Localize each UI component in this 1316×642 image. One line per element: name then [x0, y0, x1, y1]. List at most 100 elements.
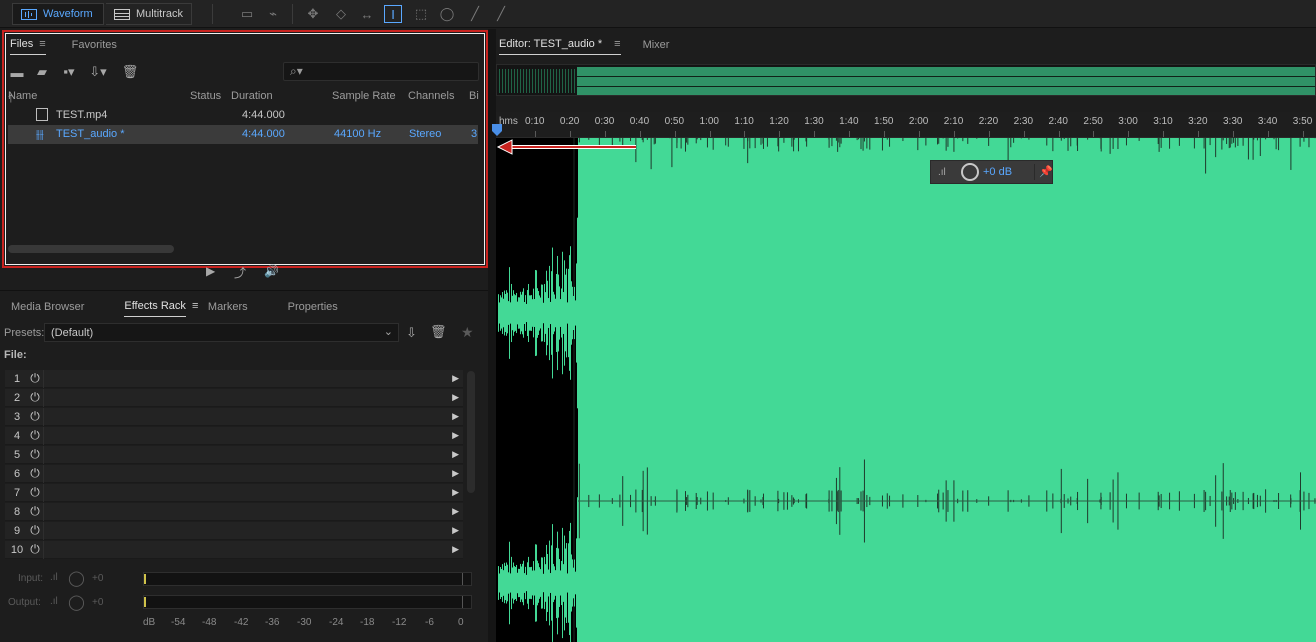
- file-name: TEST_audio *: [56, 128, 125, 140]
- rack-slot-3[interactable]: 3 ⏻ ▶: [5, 408, 463, 426]
- ruler-time-label: 2:10: [943, 116, 964, 127]
- output-label: Output:: [8, 597, 41, 608]
- video-file-icon: [36, 108, 48, 121]
- tab-files[interactable]: Files ≡: [10, 38, 46, 55]
- file-bits: 3: [471, 128, 478, 140]
- db-scale-label: -6: [425, 617, 434, 628]
- expand-arrow-icon: ▶: [452, 430, 459, 440]
- ruler-tick: [535, 131, 536, 137]
- file-name: TEST.mp4: [56, 109, 108, 121]
- panel-menu-icon[interactable]: ≡: [614, 38, 620, 50]
- multitrack-view-button[interactable]: Multitrack: [106, 3, 192, 25]
- column-bits[interactable]: Bi: [469, 90, 479, 102]
- favorite-star-icon[interactable]: ★: [461, 324, 474, 341]
- ruler-tick: [849, 131, 851, 137]
- panel-menu-icon[interactable]: ≡: [192, 300, 198, 316]
- output-gain-knob-icon[interactable]: ◯: [68, 593, 85, 611]
- rack-slot-4[interactable]: 4 ⏻ ▶: [5, 427, 463, 445]
- tab-markers[interactable]: Markers: [208, 301, 248, 317]
- tab-effects-rack[interactable]: Effects Rack: [124, 300, 186, 317]
- panel-divider[interactable]: [488, 29, 496, 642]
- ruler-time-label: 2:20: [978, 116, 999, 127]
- file-row-test-audio[interactable]: ⫲⫲ TEST_audio * 4:44.000 44100 Hz Stereo…: [8, 125, 478, 144]
- output-gain-value: +0: [92, 597, 104, 608]
- tab-favorites[interactable]: Favorites: [72, 39, 117, 55]
- column-sample-rate[interactable]: Sample Rate: [332, 90, 396, 102]
- rack-slot-6[interactable]: 6 ⏻ ▶: [5, 465, 463, 483]
- marquee-selection-tool-icon[interactable]: ⬚: [412, 5, 430, 23]
- new-file-icon[interactable]: ▪▾: [60, 64, 78, 80]
- rack-slot-10[interactable]: 10 ⏻ ▶: [5, 541, 463, 559]
- column-duration[interactable]: Duration: [231, 90, 273, 102]
- playhead-marker-icon[interactable]: [492, 124, 502, 136]
- tab-editor[interactable]: Editor: TEST_audio * ≡: [499, 38, 621, 55]
- files-search-input[interactable]: ⌕▾: [283, 62, 479, 81]
- column-channels[interactable]: Channels: [408, 90, 454, 102]
- brush-selection-tool-icon[interactable]: ╱: [466, 5, 484, 23]
- ruler-time-label: 1:10: [734, 116, 754, 127]
- heads-up-gain-display[interactable]: .ıl +0 dB 📌: [930, 160, 1053, 184]
- save-preset-icon[interactable]: ⇩: [406, 325, 417, 341]
- db-scale-label: -54: [171, 617, 186, 628]
- ruler-time-label: 1:30: [804, 116, 824, 127]
- play-icon[interactable]: ▶: [206, 264, 215, 278]
- insert-into-multitrack-icon[interactable]: ⇩▾: [89, 64, 107, 80]
- overview-quiet-section: [499, 69, 577, 93]
- power-icon: ⏻: [30, 409, 40, 423]
- spectral-pitch-display-icon[interactable]: ⌁: [264, 5, 282, 23]
- file-row-test-mp4[interactable]: TEST.mp4 4:44.000: [8, 106, 478, 125]
- ruler-tick: [1163, 131, 1165, 137]
- power-icon: ⏻: [30, 485, 40, 499]
- time-selection-tool-icon[interactable]: I: [384, 5, 402, 23]
- rack-slot-7[interactable]: 7 ⏻ ▶: [5, 484, 463, 502]
- loop-icon[interactable]: ⤴: [234, 264, 246, 281]
- pin-icon[interactable]: 📌: [1039, 165, 1053, 178]
- import-file-icon[interactable]: ▰: [33, 64, 51, 80]
- close-file-trash-icon[interactable]: 🗑: [121, 64, 139, 80]
- input-gain-knob-icon[interactable]: ◯: [68, 569, 85, 587]
- waveform-display[interactable]: [496, 138, 1316, 642]
- power-icon: ⏻: [30, 523, 40, 537]
- overview-waveform: [577, 67, 1315, 95]
- razor-tool-icon[interactable]: ◇: [332, 5, 350, 23]
- tab-editor-label: Editor: TEST_audio *: [499, 38, 603, 50]
- slip-tool-icon[interactable]: ↔: [358, 5, 376, 23]
- column-status[interactable]: Status: [190, 90, 221, 102]
- tab-media-browser[interactable]: Media Browser: [11, 301, 84, 317]
- ruler-time-label: 0:20: [559, 116, 580, 127]
- delete-preset-icon[interactable]: 🗑: [430, 324, 447, 340]
- time-ruler[interactable]: hms 0:10 0:20 0:30 0:40 0:50 1:00 1:10 1:20 1:30…: [496, 112, 1316, 138]
- rack-slot-9[interactable]: 9 ⏻ ▶: [5, 522, 463, 540]
- waveform-overview-navigator[interactable]: [496, 64, 1316, 96]
- power-icon: ⏻: [30, 390, 40, 404]
- move-tool-icon[interactable]: ✥: [304, 5, 322, 23]
- open-file-icon[interactable]: ▬: [8, 64, 26, 80]
- ruler-time-label: 1:40: [839, 116, 859, 127]
- spot-healing-brush-icon[interactable]: ╱: [492, 5, 510, 23]
- input-gain-value: +0: [92, 573, 104, 584]
- rack-vertical-scrollbar[interactable]: [467, 371, 475, 493]
- files-horizontal-scrollbar[interactable]: [8, 245, 174, 253]
- tab-properties[interactable]: Properties: [288, 301, 338, 317]
- tab-mixer-label: Mixer: [642, 38, 670, 51]
- ruler-tick: [1233, 131, 1234, 137]
- spectral-frequency-display-icon[interactable]: ▭: [238, 5, 256, 23]
- level-bars-icon: .ıl: [938, 167, 946, 178]
- gain-knob-icon[interactable]: [961, 163, 979, 181]
- tab-markers-label: Markers: [207, 300, 248, 313]
- ruler-tick: [674, 131, 676, 137]
- waveform-view-button[interactable]: Waveform: [12, 3, 104, 25]
- panel-menu-icon[interactable]: ≡: [39, 38, 45, 50]
- rack-slot-2[interactable]: 2 ⏻ ▶: [5, 389, 463, 407]
- tab-favorites-label: Favorites: [71, 38, 117, 51]
- tab-mixer[interactable]: Mixer: [643, 39, 670, 55]
- presets-dropdown[interactable]: (Default) ⌄: [44, 323, 399, 342]
- ruler-time-label: 1:20: [769, 116, 789, 127]
- file-duration: 4:44.000: [242, 109, 285, 121]
- rack-slot-1[interactable]: 1 ⏻ ▶: [5, 370, 463, 388]
- autoplay-icon[interactable]: 🔊: [264, 264, 279, 278]
- ruler-time-label: 3:30: [1223, 116, 1243, 127]
- rack-slot-8[interactable]: 8 ⏻ ▶: [5, 503, 463, 521]
- lasso-selection-tool-icon[interactable]: ◯: [438, 5, 456, 23]
- rack-slot-5[interactable]: 5 ⏻ ▶: [5, 446, 463, 464]
